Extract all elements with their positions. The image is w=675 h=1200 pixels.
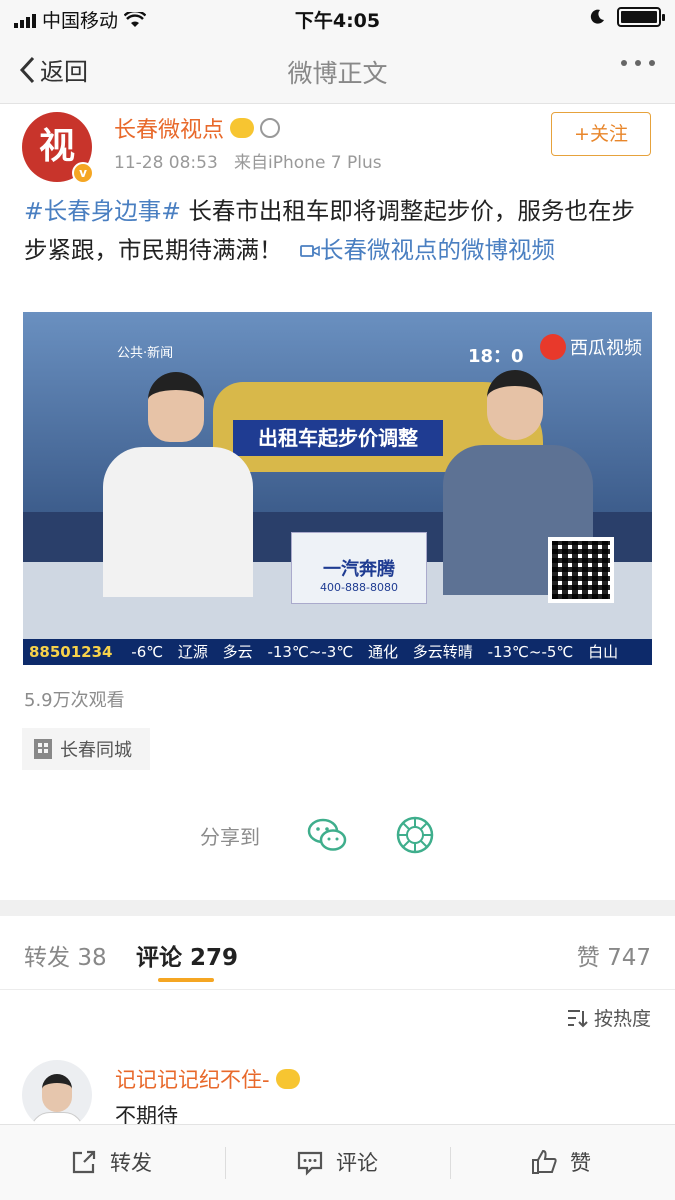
status-right	[589, 7, 665, 27]
wechat-icon[interactable]	[306, 814, 348, 856]
tab-count: 38	[77, 945, 107, 971]
repost-label: 转发	[110, 1151, 152, 1175]
post-source: 来自iPhone 7 Plus	[234, 153, 382, 173]
share-label: 分享到	[200, 824, 260, 849]
tab-comments[interactable]: 评论 279	[136, 938, 238, 972]
ticker-item: 通化	[367, 643, 398, 661]
tab-likes[interactable]: 赞 747	[577, 938, 651, 972]
author-name-row: 长春微视点	[114, 112, 281, 144]
tab-label: 评论	[136, 945, 182, 971]
video-link[interactable]: 长春微视点的微博视频	[320, 236, 555, 264]
sponsor-phone: 400-888-8080	[320, 581, 398, 594]
author-avatar[interactable]: 视 v	[22, 112, 94, 184]
xigua-watermark: 西瓜视频	[540, 334, 642, 360]
interaction-tabs: 转发 38 评论 279 赞 747	[0, 916, 675, 990]
watermark-text: 西瓜视频	[570, 338, 642, 359]
ticker-code: 88501234	[29, 643, 113, 661]
ticker-item: 多云	[222, 643, 253, 661]
commenter-name-row: 记记记记纪不住-	[115, 1064, 300, 1094]
location-label: 长春同城	[60, 740, 132, 761]
status-bar: 中国移动 下午4:05	[0, 0, 675, 36]
commenter-name[interactable]: 记记记记纪不住-	[115, 1064, 270, 1094]
member-badge-icon	[275, 1069, 300, 1089]
ticker-item: -6℃	[131, 643, 164, 661]
bottom-toolbar: 转发 评论 赞	[0, 1124, 675, 1200]
sponsor-name: 一汽奔腾	[323, 559, 395, 580]
moments-icon[interactable]	[394, 814, 436, 856]
post-meta: 11-28 08:53 来自iPhone 7 Plus	[114, 148, 382, 173]
tab-count: 279	[190, 945, 239, 971]
commenter-avatar[interactable]	[22, 1060, 92, 1130]
view-count: 5.9万次观看	[24, 690, 125, 711]
member-badge-icon	[230, 118, 255, 138]
play-icon	[540, 334, 566, 360]
status-time: 下午4:05	[294, 10, 381, 32]
verified-badge: v	[72, 162, 94, 184]
qr-code	[548, 537, 614, 603]
section-divider	[0, 900, 675, 916]
share-row: 分享到	[200, 814, 436, 856]
thumbs-up-icon	[532, 1149, 557, 1174]
sponsor-sign: 一汽奔腾 400-888-8080	[291, 532, 427, 604]
like-label: 赞	[570, 1151, 591, 1175]
ticker-item: -13℃~-3℃	[267, 643, 354, 661]
tab-count: 747	[607, 945, 651, 971]
news-headline: 出租车起步价调整	[233, 420, 443, 456]
active-tab-indicator	[158, 978, 214, 982]
more-button[interactable]	[621, 60, 655, 66]
like-button[interactable]: 赞	[530, 1147, 591, 1177]
ticker-item: 辽源	[177, 643, 208, 661]
comment-icon	[297, 1151, 323, 1176]
comment-item: 记记记记纪不住- 不期待	[0, 1058, 675, 1130]
ticker-item: -13℃~-5℃	[487, 643, 574, 661]
channel-logo: 公共·新闻	[117, 346, 174, 361]
sort-label: 按热度	[593, 1008, 651, 1030]
avatar-text: 视	[38, 126, 75, 167]
sort-button[interactable]: 按热度	[566, 1004, 651, 1031]
ticker-item: 多云转晴	[412, 643, 473, 661]
medal-icon	[260, 118, 281, 138]
tab-reposts[interactable]: 转发 38	[24, 938, 107, 972]
hashtag-link[interactable]: #长春身边事#	[24, 197, 181, 225]
comment-label: 评论	[336, 1151, 378, 1175]
video-player[interactable]: 公共·新闻 18：0 西瓜视频 出租车起步价调整 一汽奔腾 400-888-80…	[23, 312, 652, 665]
moon-icon	[590, 9, 604, 24]
author-name[interactable]: 长春微视点	[114, 112, 224, 144]
broadcast-clock: 18：0	[468, 346, 524, 367]
nav-bar: 返回 微博正文	[0, 36, 675, 104]
post-text: #长春身边事# 长春市出租车即将调整起步价，服务也在步步紧跟，市民期待满满！ 长…	[24, 192, 654, 270]
page-title: 微博正文	[287, 59, 388, 88]
weather-ticker: 88501234 -6℃ 辽源 多云 -13℃~-3℃ 通化 多云转晴 -13℃…	[23, 639, 652, 665]
ticker-item: 白山	[588, 643, 619, 661]
post-timestamp: 11-28 08:53	[114, 153, 218, 173]
sort-icon	[567, 1009, 588, 1027]
female-anchor	[103, 372, 253, 602]
repost-button[interactable]: 转发	[70, 1147, 152, 1177]
battery-icon	[617, 7, 665, 27]
location-tag[interactable]: 长春同城	[22, 728, 150, 770]
tab-label: 转发	[24, 945, 70, 971]
video-camera-icon	[300, 245, 320, 257]
share-icon	[72, 1150, 96, 1174]
tab-label: 赞	[576, 945, 600, 971]
toolbar-divider	[225, 1147, 226, 1179]
comment-button[interactable]: 评论	[296, 1147, 378, 1177]
toolbar-divider	[450, 1147, 451, 1179]
follow-button[interactable]: +关注	[551, 112, 651, 156]
building-icon	[34, 739, 52, 759]
